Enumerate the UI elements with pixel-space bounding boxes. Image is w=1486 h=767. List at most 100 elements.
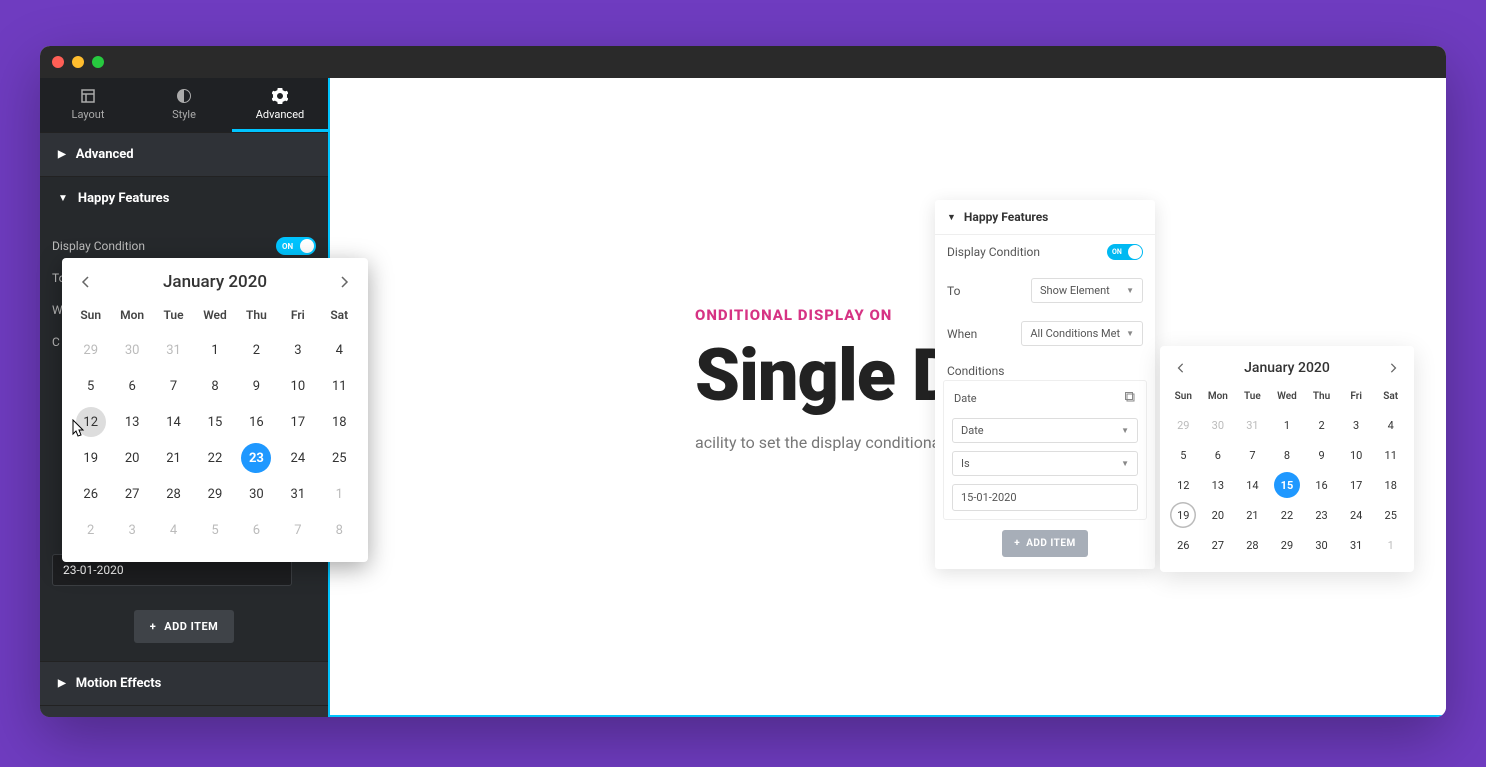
calendar-day[interactable]: 19 — [76, 443, 106, 473]
calendar-day[interactable]: 30 — [241, 479, 271, 509]
calendar-day[interactable]: 1 — [1274, 412, 1300, 438]
section-motion-effects[interactable]: ▶ Motion Effects — [40, 661, 328, 705]
calendar-day[interactable]: 13 — [1205, 472, 1231, 498]
section-responsive[interactable]: ▶ Responsive — [40, 705, 328, 717]
calendar-day[interactable]: 16 — [241, 407, 271, 437]
calendar-day[interactable]: 2 — [1309, 412, 1335, 438]
calendar-dow: Mon — [1201, 387, 1236, 410]
calendar-day[interactable]: 25 — [1378, 502, 1404, 528]
calendar-day[interactable]: 28 — [1239, 532, 1265, 558]
display-condition-toggle[interactable]: ON — [276, 237, 316, 255]
calendar-day[interactable]: 23 — [1309, 502, 1335, 528]
calendar-day[interactable]: 10 — [1343, 442, 1369, 468]
calendar-day[interactable]: 6 — [1205, 442, 1231, 468]
toggle-label: ON — [1112, 248, 1122, 256]
calendar-day[interactable]: 10 — [283, 371, 313, 401]
calendar-day[interactable]: 20 — [117, 443, 147, 473]
calendar-day[interactable]: 27 — [1205, 532, 1231, 558]
gear-icon — [272, 88, 288, 104]
calendar-day[interactable]: 3 — [1343, 412, 1369, 438]
calendar-day[interactable]: 15 — [200, 407, 230, 437]
add-item-button[interactable]: + ADD ITEM — [1002, 530, 1088, 557]
calendar-day[interactable]: 24 — [283, 443, 313, 473]
calendar-day[interactable]: 20 — [1205, 502, 1231, 528]
calendar-day[interactable]: 26 — [1170, 532, 1196, 558]
calendar-day[interactable]: 23 — [241, 443, 271, 473]
calendar-day: 29 — [1170, 412, 1196, 438]
tab-style[interactable]: Style — [136, 78, 232, 132]
calendar-day[interactable]: 22 — [1274, 502, 1300, 528]
when-select[interactable]: All Conditions Met ▼ — [1021, 321, 1143, 346]
calendar-day[interactable]: 4 — [324, 335, 354, 365]
display-condition-toggle[interactable]: ON — [1107, 244, 1143, 260]
calendar-day[interactable]: 8 — [200, 371, 230, 401]
caret-down-icon: ▼ — [1126, 329, 1134, 338]
calendar-day[interactable]: 11 — [1378, 442, 1404, 468]
display-condition-label: Display Condition — [52, 239, 145, 253]
calendar-day[interactable]: 6 — [117, 371, 147, 401]
calendar-day[interactable]: 18 — [324, 407, 354, 437]
calendar-day[interactable]: 24 — [1343, 502, 1369, 528]
to-select[interactable]: Show Element ▼ — [1031, 278, 1143, 303]
calendar-day[interactable]: 14 — [159, 407, 189, 437]
calendar-dow: Sun — [1166, 387, 1201, 410]
condition-date-input[interactable]: 15-01-2020 — [952, 484, 1138, 511]
section-advanced[interactable]: ▶ Advanced — [40, 132, 328, 176]
calendar-day[interactable]: 31 — [1343, 532, 1369, 558]
calendar-day[interactable]: 1 — [200, 335, 230, 365]
condition-operator-select[interactable]: Is ▼ — [952, 451, 1138, 476]
calendar-day[interactable]: 8 — [1274, 442, 1300, 468]
calendar-day[interactable]: 7 — [1239, 442, 1265, 468]
calendar-day[interactable]: 21 — [159, 443, 189, 473]
calendar-day[interactable]: 17 — [283, 407, 313, 437]
calendar-day[interactable]: 5 — [76, 371, 106, 401]
layout-icon — [80, 88, 96, 104]
calendar-day[interactable]: 5 — [1170, 442, 1196, 468]
calendar-day[interactable]: 27 — [117, 479, 147, 509]
calendar-day[interactable]: 15 — [1274, 472, 1300, 498]
condition-type-select[interactable]: Date ▼ — [952, 418, 1138, 443]
add-item-button[interactable]: + ADD ITEM — [134, 610, 235, 643]
calendar-day[interactable]: 28 — [159, 479, 189, 509]
calendar-grid: SunMonTueWedThuFriSat2930311234567891011… — [1166, 387, 1408, 560]
chevron-right-icon — [1388, 363, 1398, 373]
tab-advanced[interactable]: Advanced — [232, 78, 328, 132]
calendar-day[interactable]: 29 — [200, 479, 230, 509]
maximize-icon[interactable] — [92, 56, 104, 68]
calendar-day[interactable]: 31 — [283, 479, 313, 509]
calendar-day[interactable]: 7 — [159, 371, 189, 401]
calendar-day[interactable]: 14 — [1239, 472, 1265, 498]
next-month-button[interactable] — [338, 273, 350, 292]
calendar-day[interactable]: 11 — [324, 371, 354, 401]
style-icon — [176, 88, 192, 104]
tab-layout[interactable]: Layout — [40, 78, 136, 132]
section-happy-features[interactable]: ▼ Happy Features — [40, 176, 328, 220]
calendar-day[interactable]: 22 — [200, 443, 230, 473]
calendar-day[interactable]: 2 — [241, 335, 271, 365]
copy-icon[interactable] — [1124, 391, 1136, 406]
prev-month-button[interactable] — [1176, 358, 1186, 377]
calendar-day[interactable]: 26 — [76, 479, 106, 509]
tab-label: Style — [172, 108, 196, 121]
calendar-day[interactable]: 3 — [283, 335, 313, 365]
calendar-day[interactable]: 12 — [1170, 472, 1196, 498]
panel-header[interactable]: ▼ Happy Features — [935, 200, 1155, 235]
chevron-left-icon — [80, 276, 92, 288]
calendar-day[interactable]: 19 — [1170, 502, 1196, 528]
next-month-button[interactable] — [1388, 358, 1398, 377]
calendar-day[interactable]: 4 — [1378, 412, 1404, 438]
calendar-day[interactable]: 21 — [1239, 502, 1265, 528]
calendar-day[interactable]: 30 — [1309, 532, 1335, 558]
calendar-day[interactable]: 13 — [117, 407, 147, 437]
calendar-day[interactable]: 25 — [324, 443, 354, 473]
close-icon[interactable] — [52, 56, 64, 68]
calendar-day[interactable]: 18 — [1378, 472, 1404, 498]
calendar-day[interactable]: 17 — [1343, 472, 1369, 498]
calendar-day[interactable]: 16 — [1309, 472, 1335, 498]
calendar-grid: SunMonTueWedThuFriSat2930311234567891011… — [70, 302, 360, 548]
calendar-day[interactable]: 9 — [1309, 442, 1335, 468]
prev-month-button[interactable] — [80, 273, 92, 292]
minimize-icon[interactable] — [72, 56, 84, 68]
calendar-day[interactable]: 9 — [241, 371, 271, 401]
calendar-day[interactable]: 29 — [1274, 532, 1300, 558]
